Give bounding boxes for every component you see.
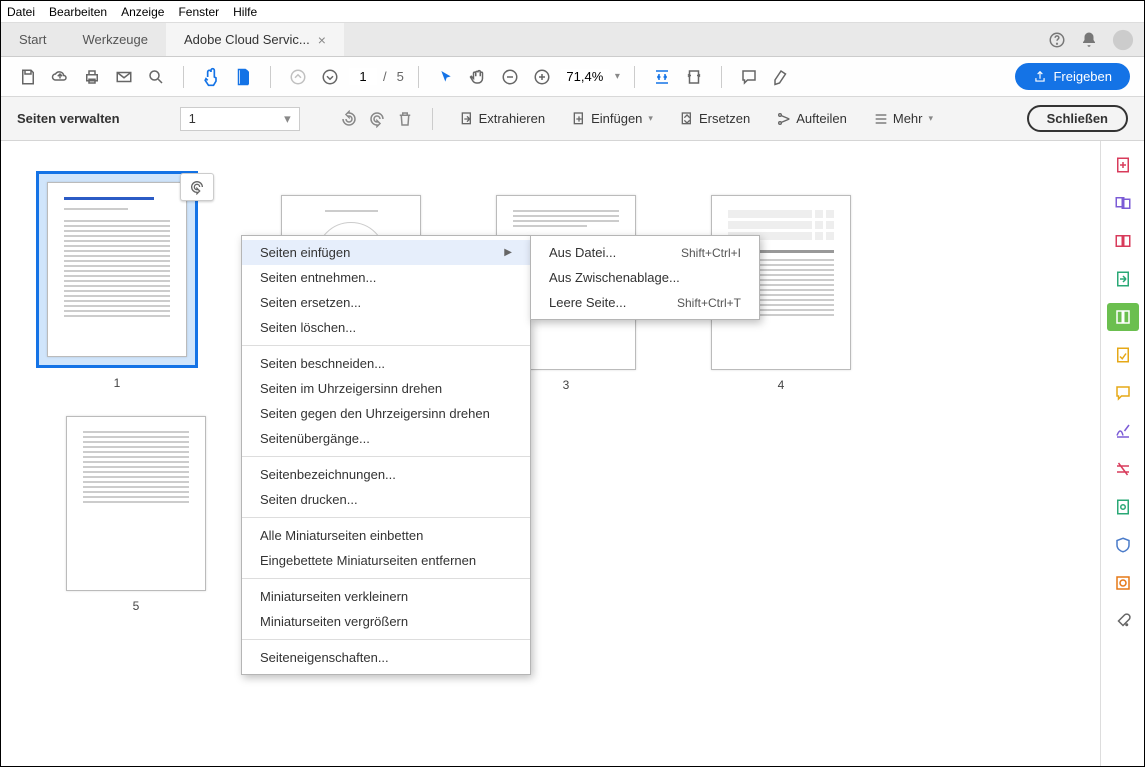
more-tools-icon[interactable]: [1107, 607, 1139, 635]
search-icon[interactable]: [143, 64, 169, 90]
zoom-out-icon[interactable]: [497, 64, 523, 90]
ctx-extract-pages[interactable]: Seiten entnehmen...: [242, 265, 530, 290]
ctx-crop-pages[interactable]: Seiten beschneiden...: [242, 351, 530, 376]
ctx-remove-embedded[interactable]: Eingebettete Miniaturseiten entfernen: [242, 548, 530, 573]
thumbnail-label: 4: [778, 378, 785, 392]
optimize-icon[interactable]: [1107, 493, 1139, 521]
tab-document-label: Adobe Cloud Servic...: [184, 32, 310, 47]
menu-help[interactable]: Hilfe: [233, 5, 257, 19]
subtoolbar-title: Seiten verwalten: [17, 111, 120, 126]
pointer-icon[interactable]: [433, 64, 459, 90]
ctx-delete-pages[interactable]: Seiten löschen...: [242, 315, 530, 340]
fit-width-icon[interactable]: [649, 64, 675, 90]
thumbnail-label: 5: [133, 599, 140, 613]
ctx-enlarge-thumbs[interactable]: Miniaturseiten vergrößern: [242, 609, 530, 634]
tab-tools[interactable]: Werkzeuge: [64, 23, 166, 56]
bell-icon[interactable]: [1080, 31, 1098, 49]
split-label: Aufteilen: [796, 111, 847, 126]
fit-page-icon[interactable]: [681, 64, 707, 90]
thumbnail-label: 1: [114, 376, 121, 390]
share-label: Freigeben: [1053, 69, 1112, 84]
comment-tool-icon[interactable]: [1107, 379, 1139, 407]
page-icon[interactable]: [230, 64, 256, 90]
page-up-icon[interactable]: [285, 64, 311, 90]
cloud-icon[interactable]: [47, 64, 73, 90]
replace-label: Ersetzen: [699, 111, 750, 126]
page-sep: /: [383, 69, 387, 84]
page-down-icon[interactable]: [317, 64, 343, 90]
right-sidebar: [1100, 141, 1144, 766]
help-icon[interactable]: [1048, 31, 1066, 49]
menubar: Datei Bearbeiten Anzeige Fenster Hilfe: [1, 1, 1144, 23]
comment-icon[interactable]: [736, 64, 762, 90]
close-icon[interactable]: ×: [318, 32, 326, 48]
share-button[interactable]: Freigeben: [1015, 63, 1130, 90]
context-submenu-insert: Aus Datei...Shift+Ctrl+I Aus Zwischenabl…: [530, 235, 760, 320]
user-avatar[interactable]: [1112, 29, 1134, 51]
ctx-properties[interactable]: Seiteneigenschaften...: [242, 645, 530, 670]
hand-cursor-icon[interactable]: [198, 64, 224, 90]
menu-edit[interactable]: Bearbeiten: [49, 5, 107, 19]
sign-icon[interactable]: [1107, 417, 1139, 445]
edit-pdf-icon[interactable]: [1107, 227, 1139, 255]
ctx-print[interactable]: Seiten drucken...: [242, 487, 530, 512]
ctx-insert-pages[interactable]: Seiten einfügen▶: [242, 240, 530, 265]
page-number-input[interactable]: [349, 68, 377, 85]
sub-toolbar: Seiten verwalten 1 Extrahieren Einfügen …: [1, 97, 1144, 141]
page-selector-dropdown[interactable]: 1: [180, 107, 300, 131]
ctx-replace-pages[interactable]: Seiten ersetzen...: [242, 290, 530, 315]
ctx-from-clipboard[interactable]: Aus Zwischenablage...: [531, 265, 759, 290]
main-toolbar: / 5 ▾ Freigeben: [1, 57, 1144, 97]
page-total: 5: [397, 69, 404, 84]
context-menu: Seiten einfügen▶ Seiten entnehmen... Sei…: [241, 235, 531, 675]
split-button[interactable]: Aufteilen: [768, 105, 855, 133]
ctx-labels[interactable]: Seitenbezeichnungen...: [242, 462, 530, 487]
tab-document[interactable]: Adobe Cloud Servic... ×: [166, 23, 344, 56]
ctx-transitions[interactable]: Seitenübergänge...: [242, 426, 530, 451]
tab-start[interactable]: Start: [1, 23, 64, 56]
thumbnail-page-1[interactable]: 1: [36, 171, 198, 390]
rotate-left-icon[interactable]: [340, 110, 358, 128]
pan-icon[interactable]: [465, 64, 491, 90]
menu-file[interactable]: Datei: [7, 5, 35, 19]
insert-button[interactable]: Einfügen ▾: [563, 105, 661, 133]
thumbnail-label: 3: [563, 378, 570, 392]
rotate-right-icon[interactable]: [368, 110, 386, 128]
ctx-blank-page[interactable]: Leere Seite...Shift+Ctrl+T: [531, 290, 759, 315]
page-selector-value: 1: [189, 111, 196, 126]
ctx-from-file[interactable]: Aus Datei...Shift+Ctrl+I: [531, 240, 759, 265]
ctx-rotate-cw[interactable]: Seiten im Uhrzeigersinn drehen: [242, 376, 530, 401]
export-pdf-icon[interactable]: [1107, 265, 1139, 293]
more-button[interactable]: Mehr ▾: [865, 105, 941, 133]
highlight-icon[interactable]: [768, 64, 794, 90]
create-pdf-icon[interactable]: [1107, 151, 1139, 179]
zoom-input[interactable]: [561, 69, 609, 84]
print-icon[interactable]: [79, 64, 105, 90]
fill-sign-icon[interactable]: [1107, 341, 1139, 369]
replace-button[interactable]: Ersetzen: [671, 105, 758, 133]
organize-pages-icon[interactable]: [1107, 303, 1139, 331]
more-label: Mehr: [893, 111, 923, 126]
save-icon[interactable]: [15, 64, 41, 90]
thumbnail-page-5[interactable]: 5: [66, 416, 206, 613]
ctx-shrink-thumbs[interactable]: Miniaturseiten verkleinern: [242, 584, 530, 609]
ctx-embed-all[interactable]: Alle Miniaturseiten einbetten: [242, 523, 530, 548]
redact-icon[interactable]: [1107, 455, 1139, 483]
stamp-icon[interactable]: [1107, 569, 1139, 597]
mail-icon[interactable]: [111, 64, 137, 90]
close-button[interactable]: Schließen: [1027, 105, 1128, 132]
protect-icon[interactable]: [1107, 531, 1139, 559]
zoom-dropdown-icon[interactable]: ▾: [615, 71, 620, 82]
extract-label: Extrahieren: [479, 111, 545, 126]
insert-label: Einfügen: [591, 111, 642, 126]
menu-view[interactable]: Anzeige: [121, 5, 164, 19]
combine-icon[interactable]: [1107, 189, 1139, 217]
ctx-rotate-ccw[interactable]: Seiten gegen den Uhrzeigersinn drehen: [242, 401, 530, 426]
delete-icon[interactable]: [396, 110, 414, 128]
rotate-badge-icon[interactable]: [180, 173, 214, 201]
tabs-row: Start Werkzeuge Adobe Cloud Servic... ×: [1, 23, 1144, 57]
zoom-in-icon[interactable]: [529, 64, 555, 90]
extract-button[interactable]: Extrahieren: [451, 105, 553, 133]
menu-window[interactable]: Fenster: [178, 5, 219, 19]
